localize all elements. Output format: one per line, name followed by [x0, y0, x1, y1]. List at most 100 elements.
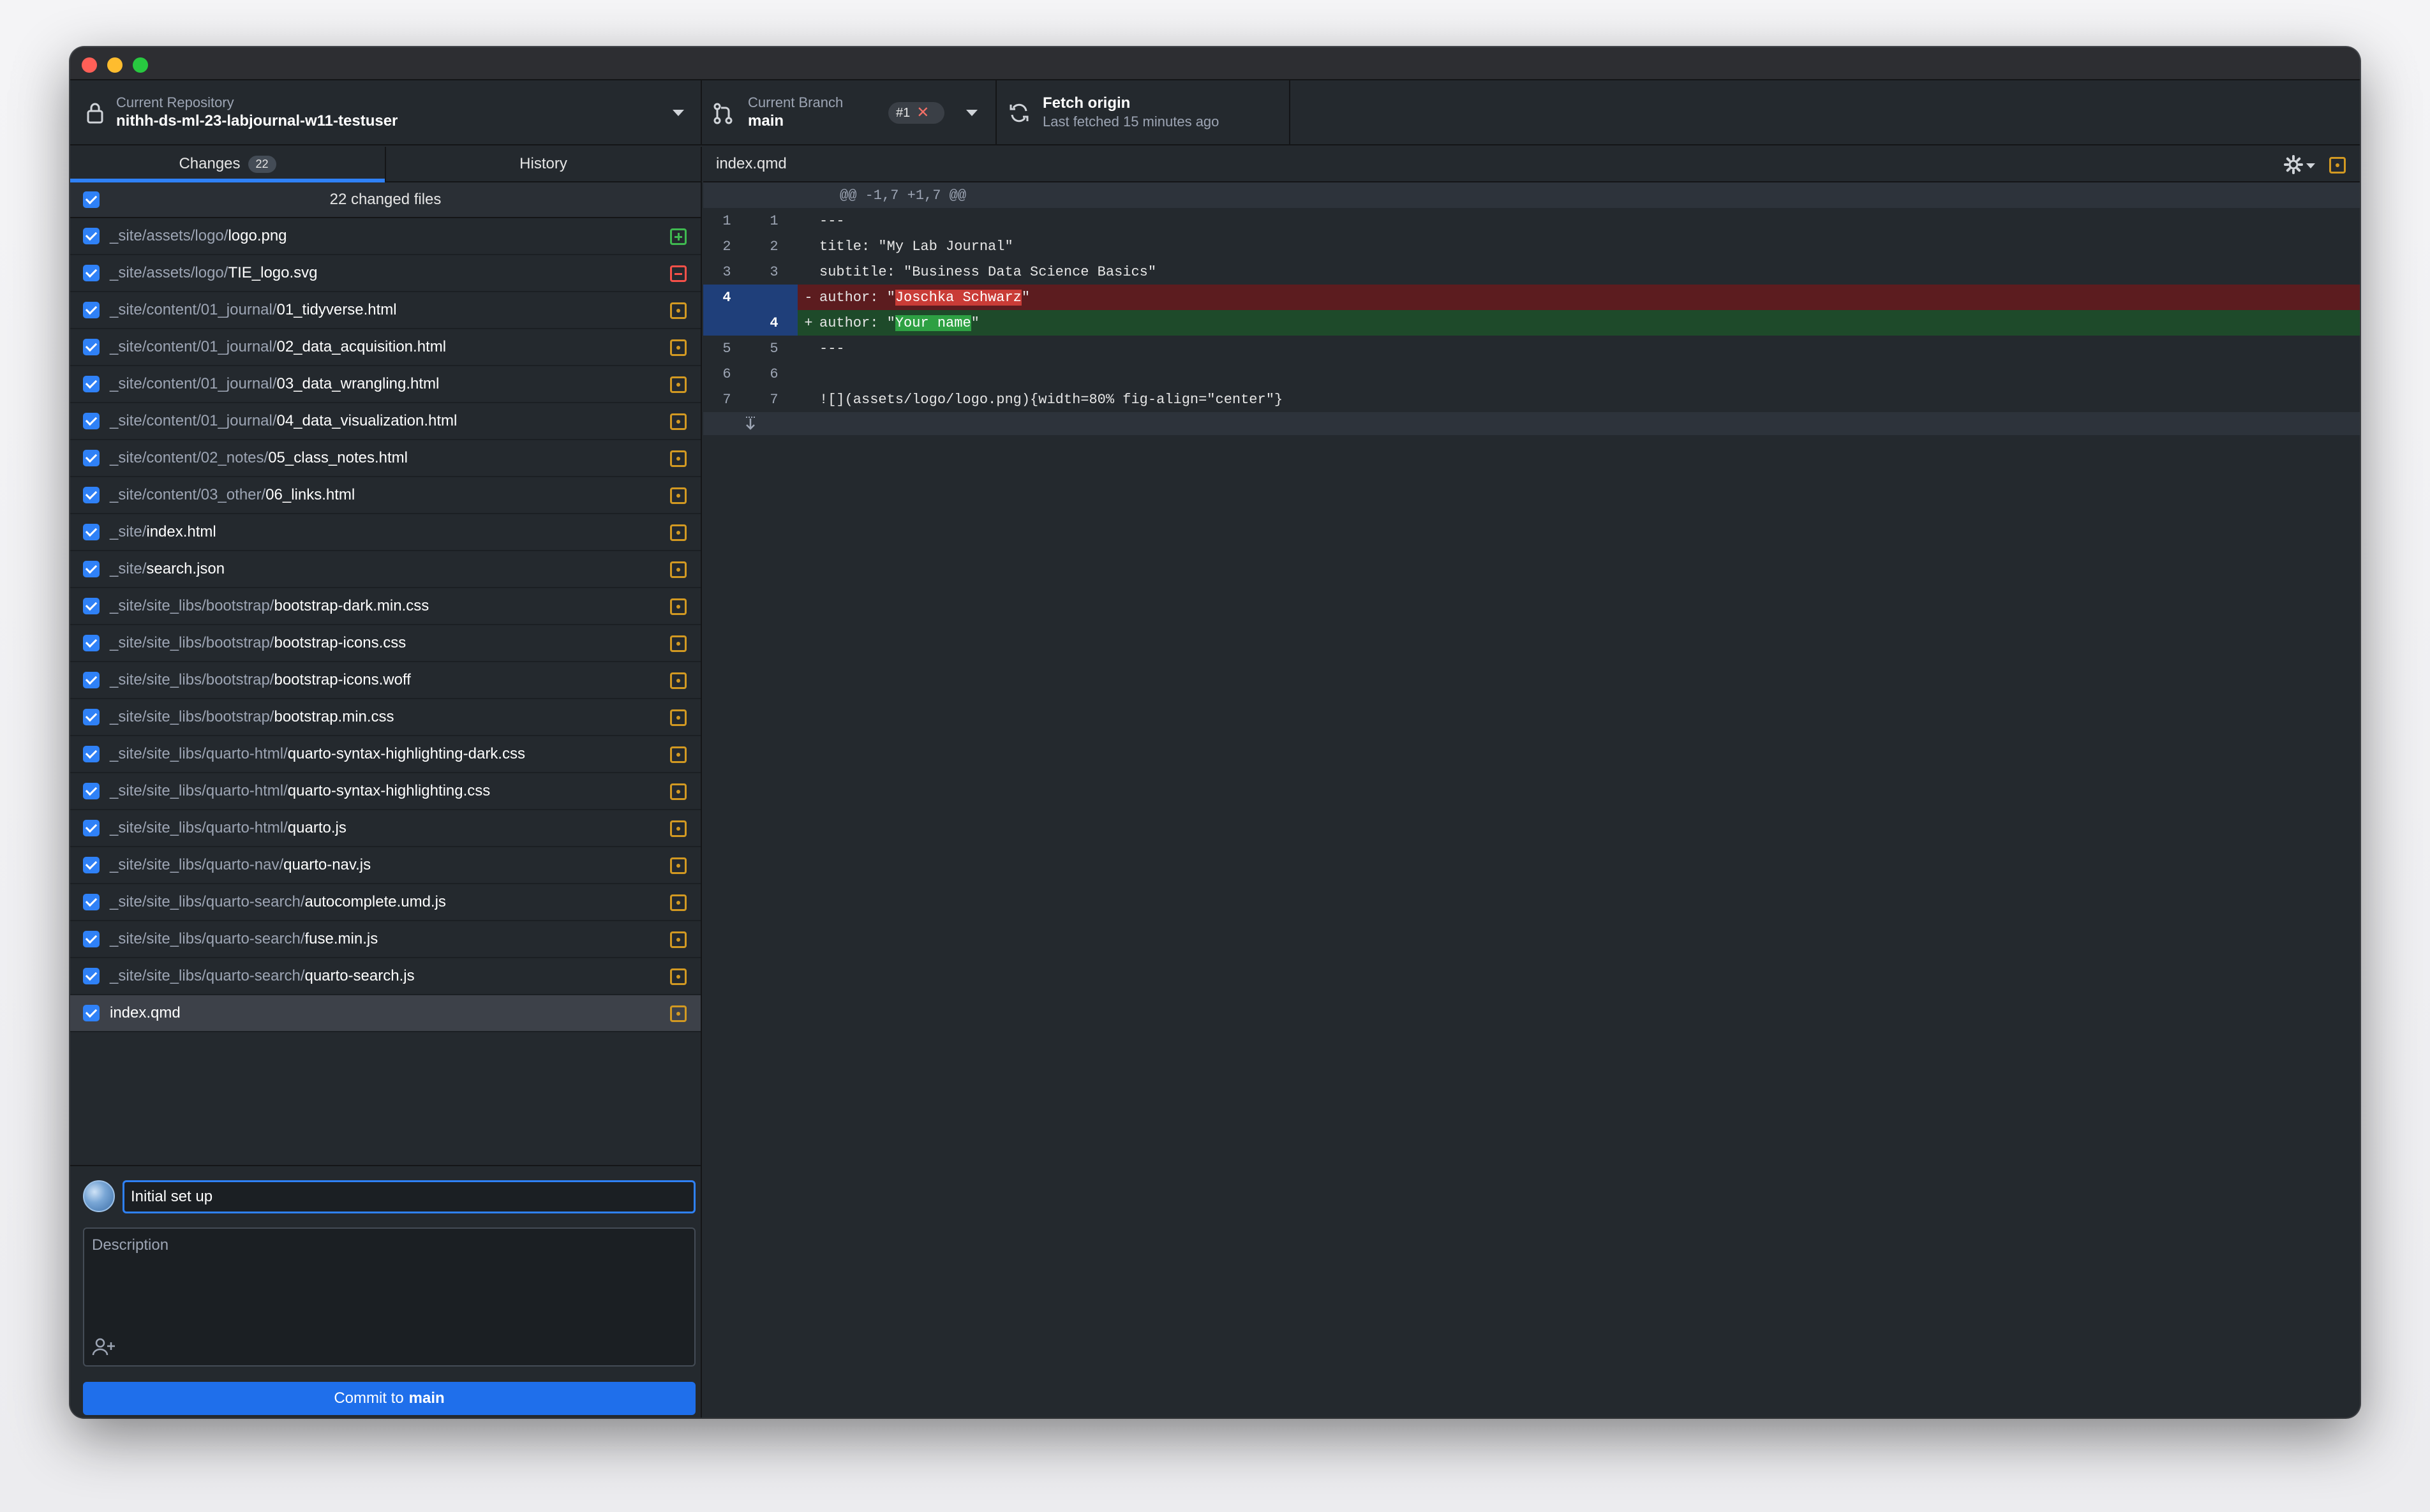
- file-checkbox[interactable]: [83, 746, 100, 762]
- code-text: ---: [819, 213, 845, 229]
- file-checkbox[interactable]: [83, 302, 100, 318]
- file-name: quarto.js: [287, 819, 347, 836]
- modified-status-icon: [670, 598, 687, 615]
- commit-description-field[interactable]: Description: [83, 1227, 696, 1367]
- avatar: [83, 1180, 115, 1212]
- code-segment: ": [971, 315, 980, 331]
- commit-summary-input[interactable]: [123, 1180, 696, 1213]
- added-line[interactable]: 4 + author: "Your name": [703, 310, 2360, 336]
- select-all-checkbox[interactable]: [83, 191, 100, 208]
- file-row[interactable]: _site/site_libs/bootstrap/bootstrap.min.…: [70, 699, 701, 736]
- file-checkbox[interactable]: [83, 672, 100, 688]
- modified-status-icon: [670, 894, 687, 911]
- context-line[interactable]: 2 2 title: "My Lab Journal": [703, 233, 2360, 259]
- file-checkbox[interactable]: [83, 968, 100, 984]
- tab-history[interactable]: History: [385, 147, 701, 181]
- file-row[interactable]: _site/index.html: [70, 514, 701, 551]
- file-row[interactable]: _site/site_libs/quarto-search/autocomple…: [70, 884, 701, 921]
- commit-button[interactable]: Commit to main: [83, 1382, 696, 1415]
- file-name: autocomplete.umd.js: [304, 893, 446, 910]
- context-line[interactable]: 1 1 ---: [703, 208, 2360, 233]
- current-branch-button[interactable]: Current Branch main #1 ✕: [702, 80, 997, 144]
- added-status-icon: [670, 228, 687, 245]
- file-name: index.qmd: [110, 1004, 181, 1021]
- expand-icon[interactable]: [703, 412, 798, 435]
- file-checkbox[interactable]: [83, 265, 100, 281]
- modified-status-icon: [670, 561, 687, 578]
- tab-changes-label: Changes: [179, 155, 241, 172]
- lock-icon: [87, 103, 103, 124]
- file-row[interactable]: _site/site_libs/bootstrap/bootstrap-icon…: [70, 662, 701, 699]
- file-checkbox[interactable]: [83, 524, 100, 540]
- file-row[interactable]: _site/site_libs/quarto-html/quarto-synta…: [70, 736, 701, 773]
- file-checkbox[interactable]: [83, 228, 100, 244]
- context-line[interactable]: 66: [703, 361, 2360, 387]
- file-directory: _site/: [110, 523, 147, 540]
- file-checkbox[interactable]: [83, 413, 100, 429]
- file-checkbox[interactable]: [83, 894, 100, 910]
- file-checkbox[interactable]: [83, 339, 100, 355]
- file-row[interactable]: _site/assets/logo/logo.png: [70, 218, 701, 255]
- file-checkbox[interactable]: [83, 820, 100, 836]
- expand-context-row[interactable]: [703, 412, 2360, 435]
- file-row[interactable]: _site/search.json: [70, 551, 701, 588]
- new-line-number: 4: [750, 310, 798, 336]
- file-row[interactable]: _site/site_libs/bootstrap/bootstrap-icon…: [70, 625, 701, 662]
- changes-count-badge: 22: [248, 155, 276, 173]
- file-row[interactable]: _site/content/01_journal/04_data_visuali…: [70, 403, 701, 440]
- hunk-header-row: @@ -1,7 +1,7 @@: [703, 182, 2360, 208]
- file-row[interactable]: _site/site_libs/bootstrap/bootstrap-dark…: [70, 588, 701, 625]
- file-row[interactable]: _site/site_libs/quarto-search/fuse.min.j…: [70, 921, 701, 958]
- file-directory: _site/content/02_notes/: [110, 449, 269, 466]
- gear-icon[interactable]: [2283, 154, 2304, 175]
- add-coauthor-icon[interactable]: [92, 1337, 116, 1356]
- chevron-down-icon: [673, 110, 684, 116]
- tab-changes[interactable]: Changes 22: [70, 147, 385, 182]
- file-name: bootstrap-icons.css: [274, 634, 406, 651]
- modified-status-icon: [670, 820, 687, 837]
- file-checkbox[interactable]: [83, 709, 100, 725]
- file-row[interactable]: _site/content/02_notes/05_class_notes.ht…: [70, 440, 701, 477]
- file-checkbox[interactable]: [83, 783, 100, 799]
- file-directory: _site/site_libs/bootstrap/: [110, 597, 274, 614]
- diff-file-name: index.qmd: [716, 155, 787, 172]
- file-checkbox[interactable]: [83, 450, 100, 466]
- deleted-line[interactable]: 4 - author: "Joschka Schwarz": [703, 285, 2360, 310]
- modified-status-icon: [670, 302, 687, 319]
- file-checkbox[interactable]: [83, 598, 100, 614]
- diff-header: index.qmd: [703, 147, 2360, 182]
- file-row[interactable]: _site/site_libs/quarto-html/quarto-synta…: [70, 773, 701, 810]
- file-name: 03_data_wrangling.html: [276, 375, 440, 392]
- file-row[interactable]: _site/site_libs/quarto-search/quarto-sea…: [70, 958, 701, 995]
- file-row[interactable]: index.qmd: [70, 995, 701, 1032]
- file-row[interactable]: _site/content/01_journal/01_tidyverse.ht…: [70, 292, 701, 329]
- new-line-number: 7: [770, 391, 779, 408]
- file-row[interactable]: _site/content/01_journal/02_data_acquisi…: [70, 329, 701, 366]
- file-checkbox[interactable]: [83, 1005, 100, 1021]
- file-row[interactable]: _site/assets/logo/TIE_logo.svg: [70, 255, 701, 292]
- context-line[interactable]: 3 3 subtitle: "Business Data Science Basic…: [703, 259, 2360, 285]
- new-line-number: [750, 182, 798, 208]
- branch-label: Current Branch: [748, 94, 844, 110]
- file-checkbox[interactable]: [83, 857, 100, 873]
- file-checkbox[interactable]: [83, 931, 100, 947]
- file-row[interactable]: _site/site_libs/quarto-html/quarto.js: [70, 810, 701, 847]
- file-checkbox[interactable]: [83, 635, 100, 651]
- file-list: _site/assets/logo/logo.png _site/assets/l…: [70, 218, 701, 1032]
- file-row[interactable]: _site/site_libs/quarto-nav/quarto-nav.js: [70, 847, 701, 884]
- file-row[interactable]: _site/content/03_other/06_links.html: [70, 477, 701, 514]
- minimize-window-button[interactable]: [107, 57, 123, 73]
- pull-request-badge[interactable]: #1 ✕: [888, 102, 944, 124]
- fetch-origin-button[interactable]: Fetch origin Last fetched 15 minutes ago: [997, 80, 1290, 144]
- context-line[interactable]: 5 5 ---: [703, 336, 2360, 361]
- zoom-window-button[interactable]: [133, 57, 148, 73]
- file-row[interactable]: _site/content/01_journal/03_data_wrangli…: [70, 366, 701, 403]
- current-repository-button[interactable]: Current Repository nithh-ds-ml-23-labjou…: [70, 80, 702, 144]
- fetch-subtitle: Last fetched 15 minutes ago: [1043, 114, 1219, 130]
- file-checkbox[interactable]: [83, 487, 100, 503]
- file-directory: _site/site_libs/quarto-search/: [110, 893, 305, 910]
- file-checkbox[interactable]: [83, 561, 100, 577]
- file-checkbox[interactable]: [83, 376, 100, 392]
- context-line[interactable]: 7 7 ![](assets/logo/logo.png){width=80% fi…: [703, 387, 2360, 412]
- close-window-button[interactable]: [82, 57, 97, 73]
